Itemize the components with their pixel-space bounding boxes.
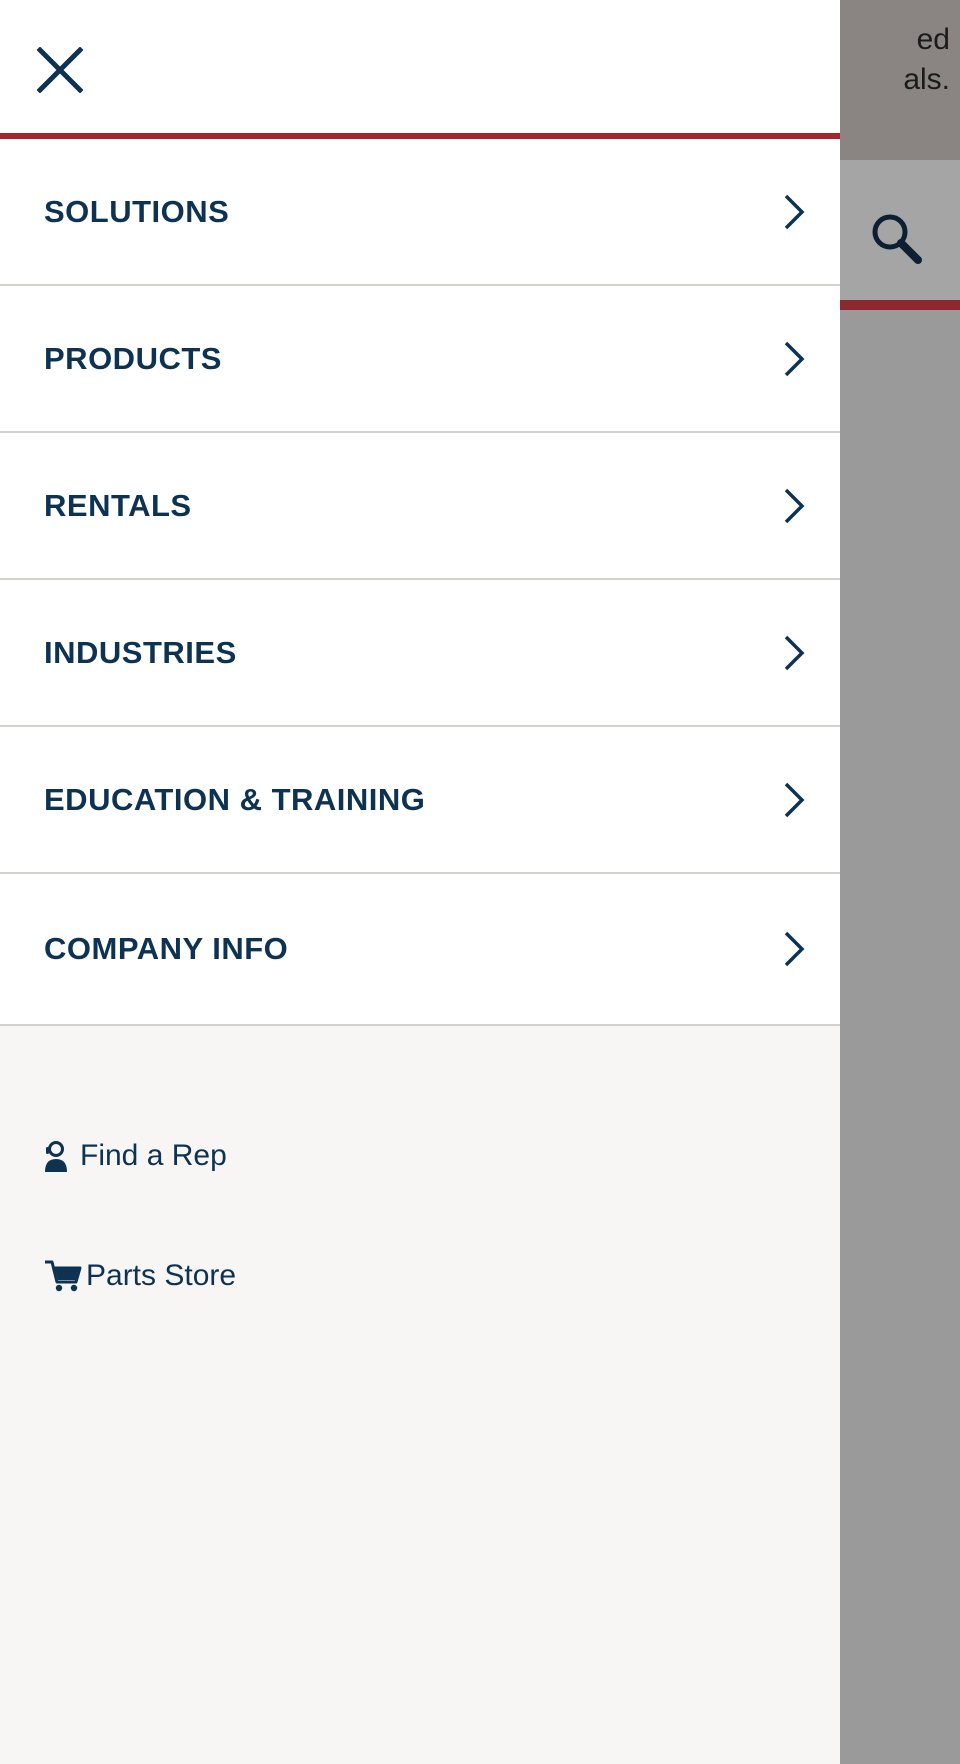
menu-item-label: INDUSTRIES bbox=[44, 634, 237, 670]
parts-store-link[interactable]: Parts Store bbox=[0, 1246, 840, 1306]
find-rep-link[interactable]: Find a Rep bbox=[0, 1126, 840, 1186]
chevron-right-icon bbox=[784, 341, 805, 376]
close-icon bbox=[37, 47, 83, 93]
chevron-right-icon bbox=[784, 782, 805, 817]
utility-links: Find a Rep Parts Store bbox=[0, 1026, 840, 1306]
menu-item-label: COMPANY INFO bbox=[44, 931, 289, 966]
menu-item-label: RENTALS bbox=[44, 487, 192, 523]
chevron-right-icon bbox=[784, 931, 805, 967]
menu-item-education-training[interactable]: EDUCATION & TRAINING bbox=[0, 727, 840, 874]
drawer-header bbox=[0, 0, 840, 139]
menu-item-industries[interactable]: INDUSTRIES bbox=[0, 580, 840, 727]
main-menu: SOLUTIONS PRODUCTS RENTALS INDUSTRIES ED… bbox=[0, 139, 840, 1026]
chevron-right-icon bbox=[784, 635, 805, 670]
close-button[interactable] bbox=[30, 40, 90, 100]
menu-item-label: PRODUCTS bbox=[44, 340, 222, 376]
find-rep-label: Find a Rep bbox=[80, 1139, 227, 1172]
support-rep-icon bbox=[45, 1141, 67, 1172]
menu-item-label: EDUCATION & TRAINING bbox=[44, 781, 426, 817]
menu-item-label: SOLUTIONS bbox=[44, 193, 230, 229]
navigation-drawer: SOLUTIONS PRODUCTS RENTALS INDUSTRIES ED… bbox=[0, 0, 840, 1764]
chevron-right-icon bbox=[784, 194, 805, 229]
menu-item-rentals[interactable]: RENTALS bbox=[0, 433, 840, 580]
parts-store-label: Parts Store bbox=[86, 1259, 237, 1292]
search-icon[interactable] bbox=[866, 208, 926, 268]
menu-item-solutions[interactable]: SOLUTIONS bbox=[0, 139, 840, 286]
chevron-right-icon bbox=[784, 488, 805, 523]
menu-item-company-info[interactable]: COMPANY INFO bbox=[0, 874, 840, 1026]
cart-icon bbox=[45, 1260, 82, 1292]
menu-item-products[interactable]: PRODUCTS bbox=[0, 286, 840, 433]
